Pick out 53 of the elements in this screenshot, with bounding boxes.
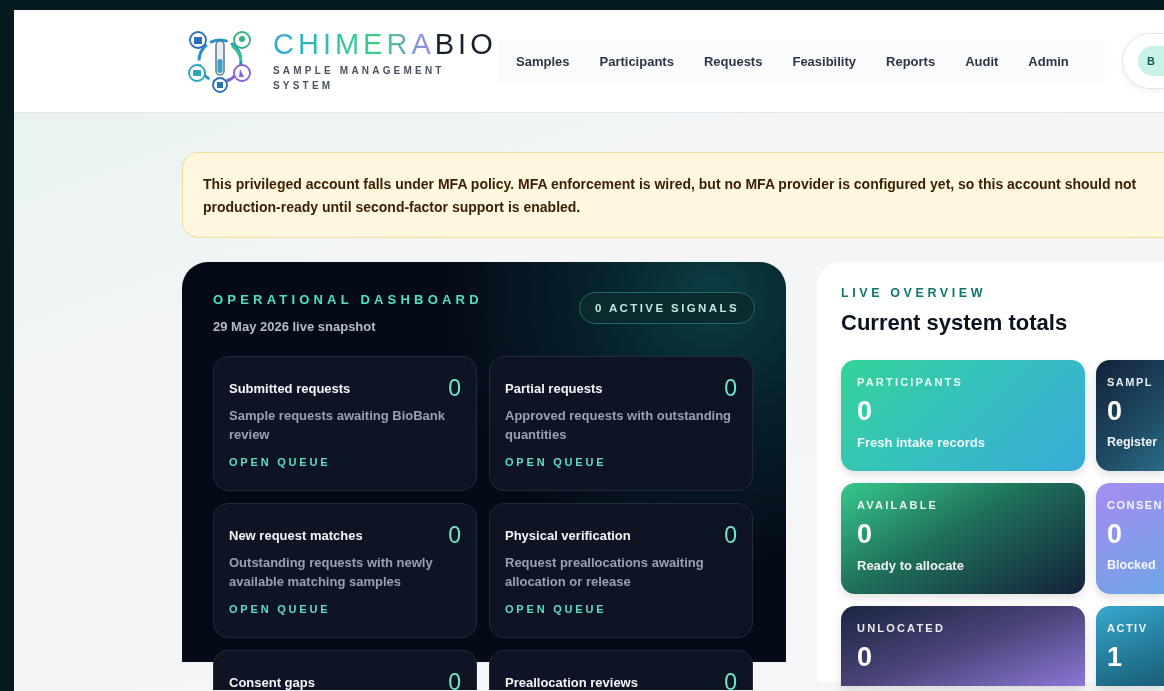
stat-value: 0	[857, 642, 874, 673]
queue-title: Physical verification	[505, 527, 631, 543]
stat-note: Ready to allocate	[857, 558, 965, 573]
open-queue-link[interactable]: OPEN QUEUE	[229, 603, 331, 615]
stat-value: 0	[857, 519, 874, 550]
stat-value: 0	[1107, 519, 1124, 550]
nav-link[interactable]: Samples	[516, 53, 570, 69]
stat-label: ACTIV	[1107, 622, 1149, 634]
queue-title: Consent gaps	[229, 674, 315, 690]
open-queue-link[interactable]: OPEN QUEUE	[505, 603, 607, 615]
queue-count: 0	[448, 374, 461, 402]
signals-badge: 0 ACTIVE SIGNALS	[578, 292, 755, 324]
queue-description: Outstanding requests with newly available matching samples	[229, 554, 434, 591]
stat-note: Register	[1107, 435, 1159, 449]
alert-text: This privileged account falls under MFA policy. MFA enforcement is wired, but no MFA provider is configured yet, so this account should not	[203, 175, 1137, 194]
dashboard-eyebrow: OPERATIONAL DASHBOARD	[213, 292, 483, 307]
logo-drawing	[187, 29, 253, 93]
queue-count: 0	[724, 521, 737, 549]
stat-label: CONSEN	[1107, 499, 1164, 511]
queue-title: Preallocation reviews	[505, 674, 638, 690]
stat-note: Blocked	[1107, 558, 1157, 572]
nav-link[interactable]: Admin	[1028, 53, 1069, 69]
queue-count: 0	[724, 374, 737, 402]
stat-value: 0	[1107, 396, 1124, 427]
nav-link[interactable]: Requests	[703, 53, 763, 69]
queue-title: New request matches	[229, 527, 363, 543]
snapshot-date: 29 May 2026 live snapshot	[213, 319, 377, 334]
stat-label: AVAILABLE	[857, 499, 940, 511]
queue-title: Submitted requests	[229, 380, 351, 396]
stat-label: SAMPL	[1107, 376, 1154, 388]
user-avatar: B	[1138, 46, 1164, 76]
nav-link[interactable]: Participants	[599, 53, 674, 69]
nav-link[interactable]: Audit	[965, 53, 999, 69]
stat-note: Fresh intake records	[857, 435, 986, 450]
stat-label: PARTICIPANTS	[857, 376, 965, 388]
alert-text: production-ready until second-factor support is enabled.	[203, 198, 581, 217]
stat-value: 1	[1107, 642, 1124, 673]
open-queue-link[interactable]: OPEN QUEUE	[229, 456, 331, 468]
queue-title: Partial requests	[505, 380, 603, 396]
queue-count: 0	[448, 668, 461, 691]
nav-link[interactable]: Feasibility	[792, 53, 856, 69]
open-queue-link[interactable]: OPEN QUEUE	[505, 456, 607, 468]
nav-link[interactable]: Reports	[886, 53, 936, 69]
queue-description: Approved requests with outstanding quantities	[505, 407, 733, 444]
brand-subtitle: SAMPLE MANAGEMENT SYSTEM	[273, 63, 446, 93]
stat-label: UNLOCATED	[857, 622, 947, 634]
queue-description: Sample requests awaiting BioBank review	[229, 407, 446, 444]
queue-count: 0	[448, 521, 461, 549]
overview-eyebrow: LIVE OVERVIEW	[841, 286, 988, 300]
queue-count: 0	[724, 668, 737, 691]
overview-title: Current system totals	[841, 310, 1069, 336]
queue-description: Request preallocations awaiting allocation or release	[505, 554, 705, 591]
stat-value: 0	[857, 396, 874, 427]
